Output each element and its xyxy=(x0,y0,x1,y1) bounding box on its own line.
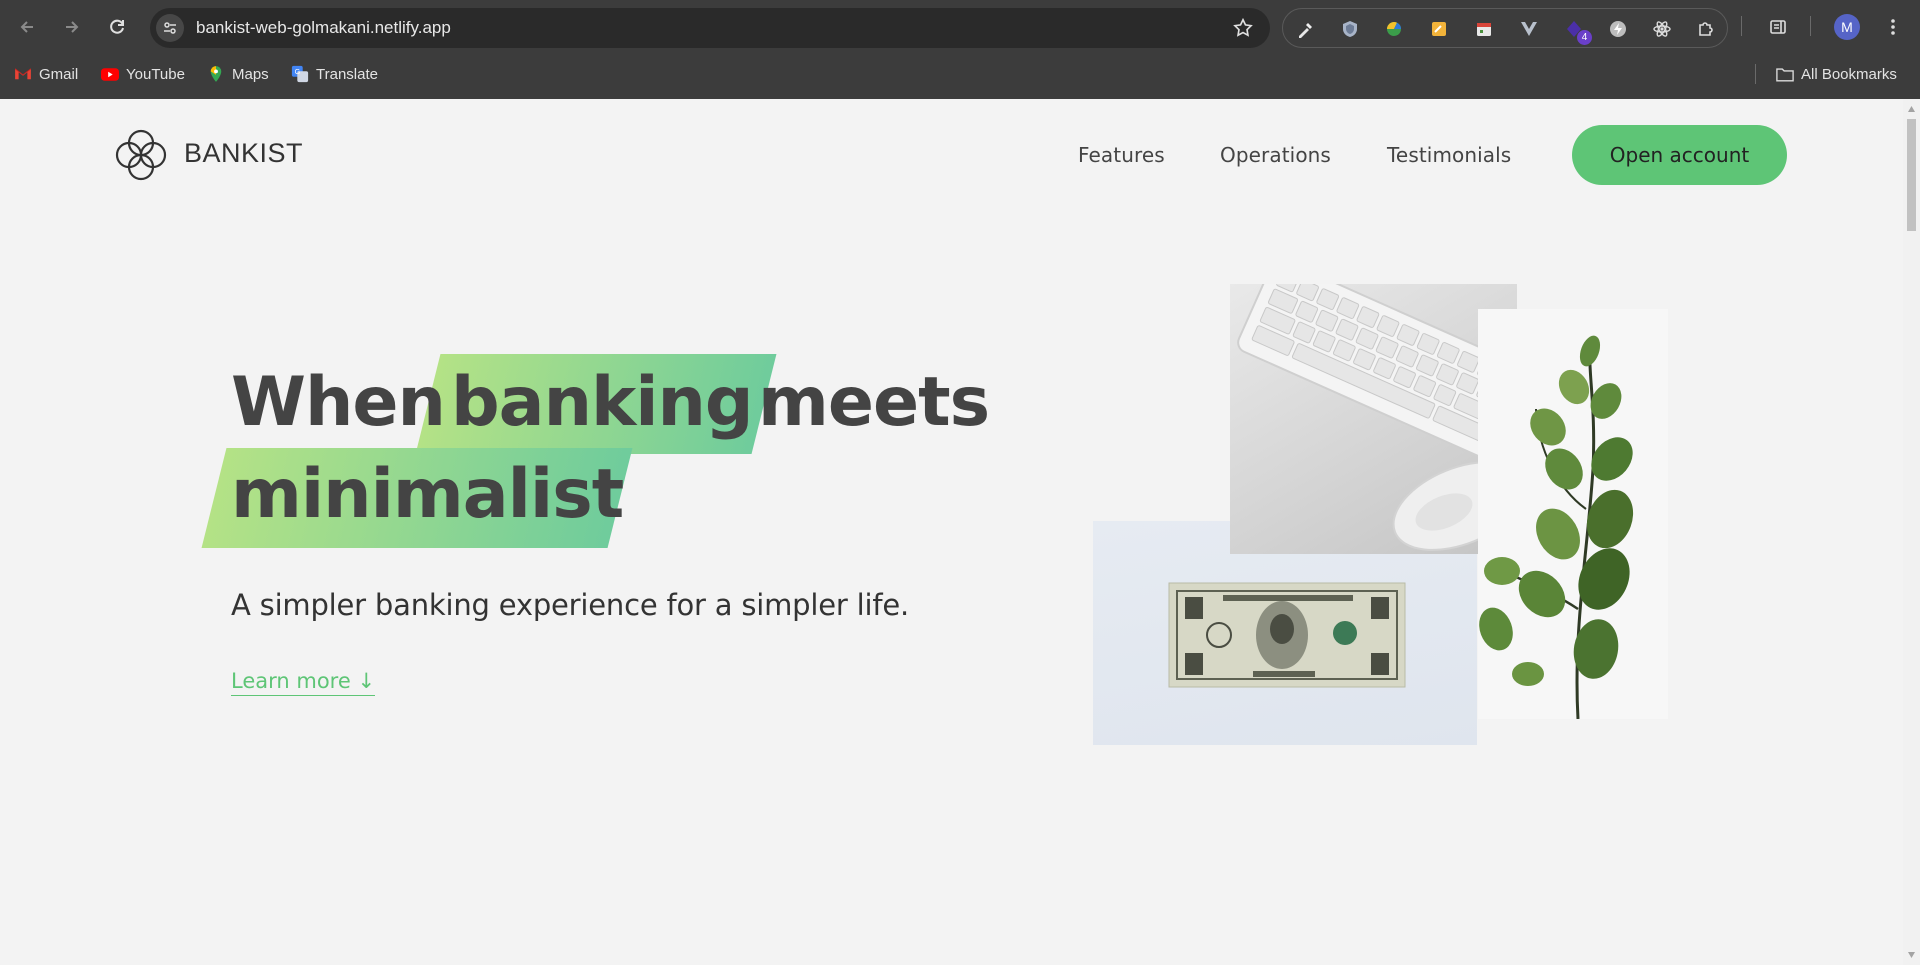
bookmark-translate[interactable]: G Translate xyxy=(291,62,378,86)
browser-chrome: bankist-web-golmakani.netlify.app 4 M Gm… xyxy=(0,0,1920,99)
page-viewport: BANKIST Features Operations Testimonials… xyxy=(0,99,1903,965)
scroll-down-arrow-icon[interactable] xyxy=(1907,951,1916,959)
hero-title-word: When xyxy=(231,363,446,442)
translate-icon: G xyxy=(291,65,309,83)
reload-button[interactable] xyxy=(100,10,134,44)
vue-extension[interactable] xyxy=(1518,18,1540,40)
page-scrollbar[interactable] xyxy=(1903,99,1920,965)
bankist-logo-icon[interactable] xyxy=(112,126,170,184)
brand-name: BANKIST xyxy=(184,138,304,168)
extensions-bar: 4 xyxy=(1282,8,1728,48)
bookmark-star-icon[interactable] xyxy=(1232,17,1254,39)
nav-link-features[interactable]: Features xyxy=(1078,143,1165,167)
back-button[interactable] xyxy=(10,10,44,44)
arrow-right-icon xyxy=(66,21,79,33)
profile-avatar[interactable]: M xyxy=(1834,14,1860,40)
toolbar-separator xyxy=(1810,16,1811,36)
bookmark-gmail[interactable]: Gmail xyxy=(14,62,78,86)
hero-title-highlight: minimalist xyxy=(231,455,624,534)
bookmarks-bar: Gmail YouTube Maps G Translate All Bookm… xyxy=(0,56,1920,92)
all-bookmarks-label: All Bookmarks xyxy=(1801,65,1897,83)
bookmark-maps[interactable]: Maps xyxy=(207,62,269,86)
react-devtools-extension[interactable] xyxy=(1651,18,1673,40)
extension-badge: 4 xyxy=(1577,30,1592,45)
hero-image-plant xyxy=(1478,309,1668,720)
browser-menu-button[interactable] xyxy=(1880,14,1906,40)
globe-palette-icon xyxy=(1387,22,1401,36)
sticky-note-icon xyxy=(1432,22,1446,36)
vue-icon xyxy=(1521,22,1537,36)
notes-extension[interactable] xyxy=(1428,18,1450,40)
nav-link-operations[interactable]: Operations xyxy=(1220,143,1331,167)
bookmarks-separator xyxy=(1755,64,1756,84)
forward-button[interactable] xyxy=(55,10,89,44)
side-panel-icon xyxy=(1770,20,1786,34)
hero-title-word: meets xyxy=(758,363,990,442)
reload-icon xyxy=(110,19,124,34)
eyedropper-icon xyxy=(1299,23,1312,38)
shield-icon xyxy=(1343,21,1357,37)
open-account-button[interactable]: Open account xyxy=(1572,125,1787,185)
folder-icon xyxy=(1776,65,1794,83)
bookmark-label: Translate xyxy=(316,65,378,83)
svg-text:G: G xyxy=(295,67,301,76)
youtube-icon xyxy=(101,65,119,83)
calendar-icon xyxy=(1477,23,1491,36)
dollar-bill-illustration xyxy=(1168,582,1406,688)
reading-list-button[interactable] xyxy=(1765,14,1791,40)
eucalyptus-plant-illustration xyxy=(1479,335,1634,720)
site-info-button[interactable] xyxy=(156,14,184,42)
scrollbar-thumb[interactable] xyxy=(1907,119,1916,231)
scroll-up-arrow-icon[interactable] xyxy=(1907,105,1916,113)
colorful-extension[interactable] xyxy=(1383,18,1405,40)
hero-image-dollar xyxy=(1093,521,1477,745)
address-bar[interactable]: bankist-web-golmakani.netlify.app xyxy=(150,8,1270,48)
hero-image-keyboard xyxy=(1230,284,1517,554)
hero-subtitle: A simpler banking experience for a simpl… xyxy=(231,588,910,622)
more-vertical-icon xyxy=(1891,19,1895,35)
shield-extension[interactable] xyxy=(1339,18,1361,40)
keyboard-mouse-illustration xyxy=(1237,284,1517,551)
eyedropper-extension[interactable] xyxy=(1295,18,1317,40)
calendar-extension[interactable] xyxy=(1473,18,1495,40)
lightning-extension[interactable] xyxy=(1607,18,1629,40)
hero-title-highlight: banking xyxy=(451,363,754,442)
puzzle-icon xyxy=(1699,22,1713,36)
bookmark-label: YouTube xyxy=(126,65,185,83)
tune-icon xyxy=(164,22,176,34)
toolbar-separator xyxy=(1741,16,1742,36)
all-bookmarks-button[interactable]: All Bookmarks xyxy=(1776,62,1897,86)
extensions-menu[interactable] xyxy=(1695,18,1717,40)
learn-more-link[interactable]: Learn more ↓ xyxy=(231,669,376,696)
notification-extension[interactable]: 4 xyxy=(1563,18,1592,45)
react-icon xyxy=(1653,21,1671,37)
gmail-icon xyxy=(14,65,32,83)
bookmark-label: Maps xyxy=(232,65,269,83)
url-text[interactable]: bankist-web-golmakani.netlify.app xyxy=(196,18,451,38)
browser-toolbar: bankist-web-golmakani.netlify.app 4 M xyxy=(0,0,1920,54)
nav-link-testimonials[interactable]: Testimonials xyxy=(1387,143,1511,167)
maps-icon xyxy=(207,65,225,83)
bookmark-label: Gmail xyxy=(39,65,79,83)
arrow-left-icon xyxy=(20,21,33,33)
lightning-icon xyxy=(1610,21,1626,37)
bookmark-youtube[interactable]: YouTube xyxy=(101,62,185,86)
